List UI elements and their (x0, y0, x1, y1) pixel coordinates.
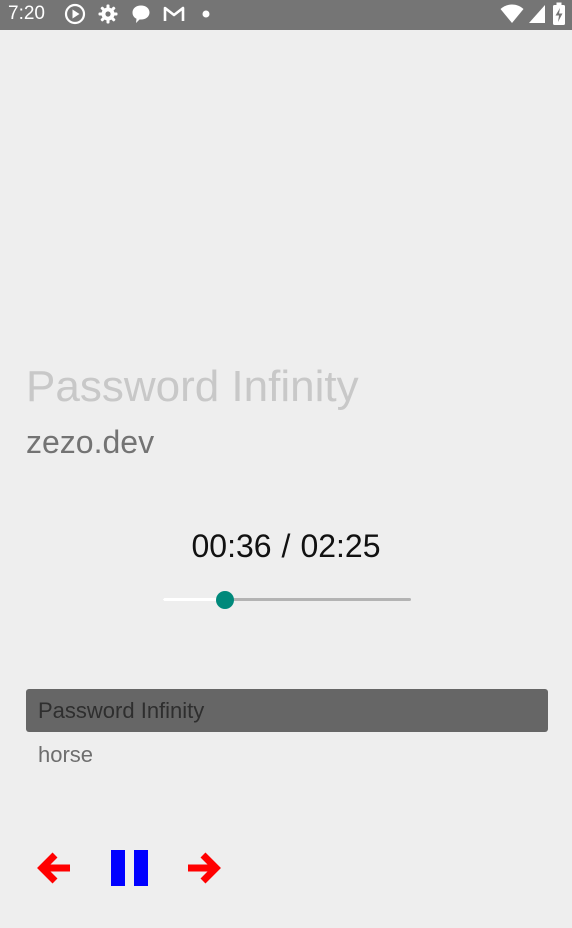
track-artist: zezo.dev (26, 424, 155, 460)
next-button[interactable] (180, 846, 224, 890)
playlist-item[interactable]: Password Infinity (26, 689, 548, 732)
arrow-right-icon (188, 852, 221, 884)
playlist-item-title: Password Infinity (38, 698, 205, 723)
dot-icon (202, 10, 210, 18)
signal-icon (529, 5, 545, 23)
status-bar: 7:20 (0, 0, 572, 30)
battery-charging-icon (553, 2, 565, 25)
time-separator: / (281, 528, 291, 564)
status-time: 7:20 (8, 3, 45, 24)
gear-icon (98, 4, 118, 24)
seek-thumb[interactable] (216, 591, 234, 609)
playlist-subtitle: horse (38, 742, 94, 767)
play-circle-icon (64, 3, 86, 25)
pause-icon (111, 850, 148, 886)
gmail-icon (163, 6, 185, 21)
pause-button[interactable] (108, 846, 152, 890)
previous-button[interactable] (34, 846, 78, 890)
elapsed-time: 00:36 (191, 528, 272, 564)
arrow-left-icon (37, 852, 70, 884)
chat-bubble-icon (132, 5, 150, 23)
total-duration: 02:25 (300, 528, 381, 564)
wifi-icon (500, 4, 524, 23)
track-title: Password Infinity (26, 362, 359, 411)
time-readout: 00:36/02:25 (0, 526, 572, 566)
seek-slider[interactable] (163, 588, 411, 612)
